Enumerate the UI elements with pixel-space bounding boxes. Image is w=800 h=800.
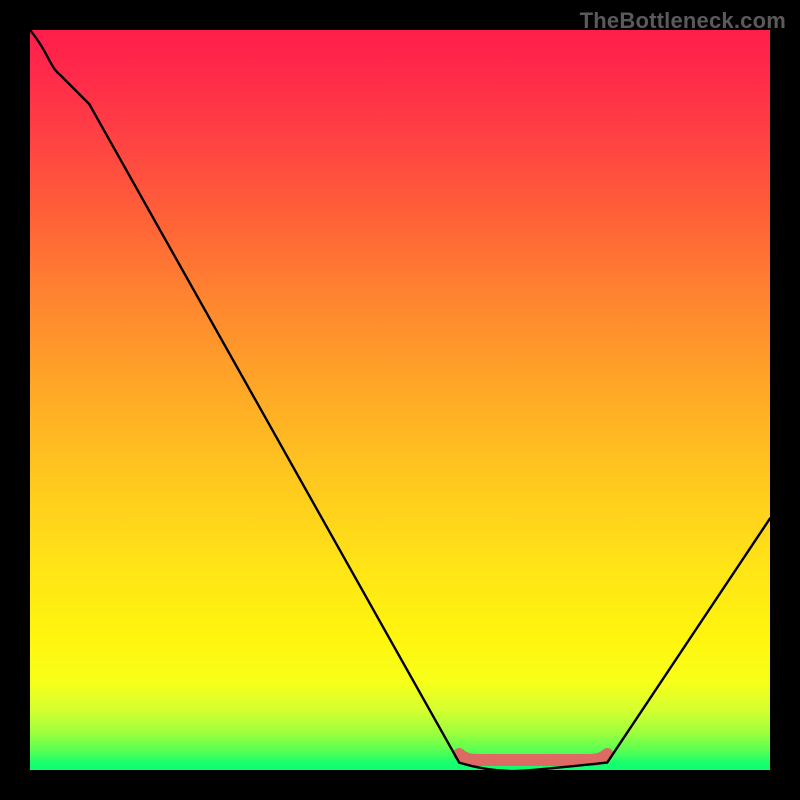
chart-container: TheBottleneck.com: [0, 0, 800, 800]
data-curve: [30, 30, 770, 770]
plot-area: [30, 30, 770, 770]
trough-marker: [459, 754, 607, 760]
chart-svg: [30, 30, 770, 770]
